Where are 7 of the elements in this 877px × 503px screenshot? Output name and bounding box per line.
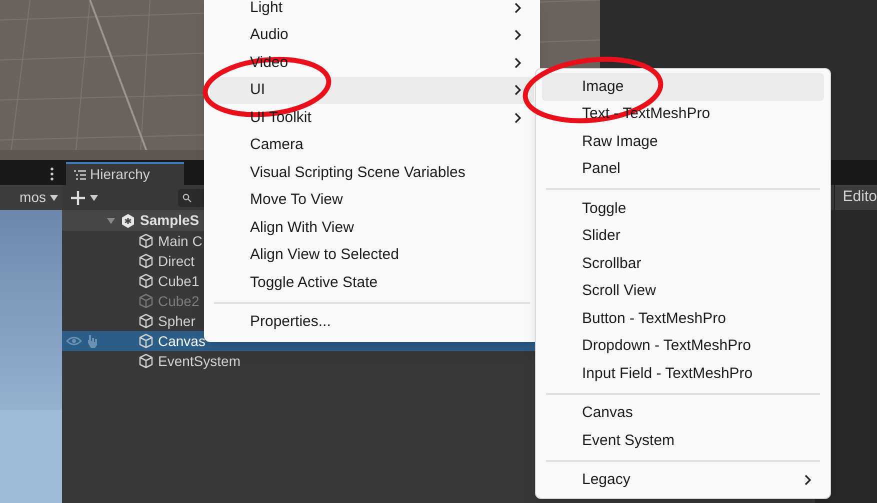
item-label: EventSystem — [158, 352, 240, 371]
item-label: Cube2 — [158, 292, 200, 310]
item-label: Spher — [158, 312, 196, 331]
item-label: Main C — [158, 232, 202, 250]
item-label: Canvas — [158, 332, 206, 350]
item-label: Cube1 — [158, 272, 200, 290]
item-label: Direct — [158, 252, 195, 270]
